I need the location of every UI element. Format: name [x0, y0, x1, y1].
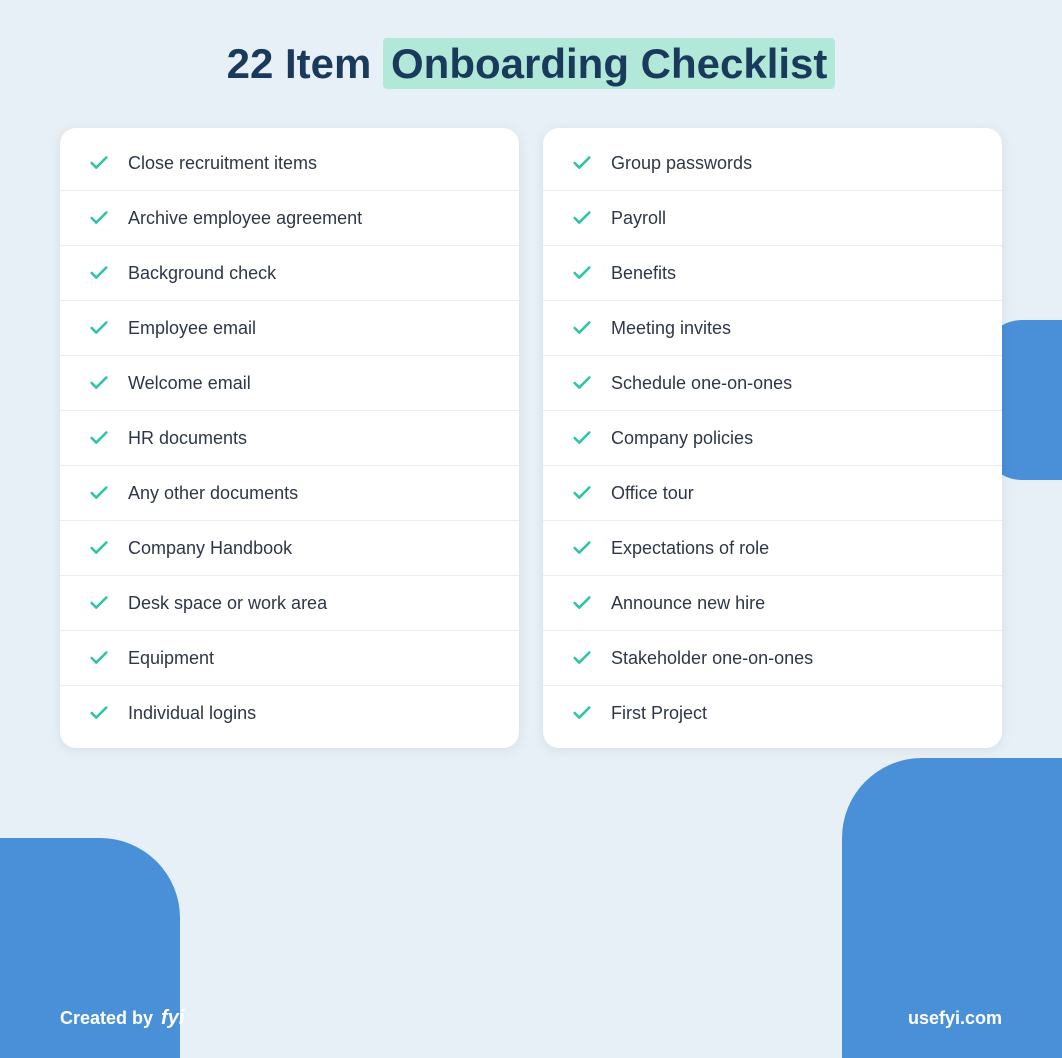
- list-item: Background check: [60, 246, 519, 301]
- item-label: Office tour: [611, 483, 694, 504]
- list-item: Archive employee agreement: [60, 191, 519, 246]
- check-icon: [571, 152, 593, 174]
- list-item: Payroll: [543, 191, 1002, 246]
- list-item: Welcome email: [60, 356, 519, 411]
- title-prefix: 22 Item: [227, 40, 383, 87]
- item-label: Benefits: [611, 263, 676, 284]
- list-item: Close recruitment items: [60, 136, 519, 191]
- check-icon: [571, 262, 593, 284]
- check-icon: [88, 317, 110, 339]
- list-item: Any other documents: [60, 466, 519, 521]
- list-item: Office tour: [543, 466, 1002, 521]
- check-icon: [571, 427, 593, 449]
- item-label: Group passwords: [611, 153, 752, 174]
- item-label: Stakeholder one-on-ones: [611, 648, 813, 669]
- check-icon: [88, 427, 110, 449]
- item-label: Schedule one-on-ones: [611, 373, 792, 394]
- main-container: 22 Item Onboarding Checklist Close recru…: [0, 0, 1062, 808]
- list-item: Company policies: [543, 411, 1002, 466]
- right-checklist-card: Group passwords Payroll Benefits Meeting…: [543, 128, 1002, 748]
- check-icon: [571, 207, 593, 229]
- list-item: Desk space or work area: [60, 576, 519, 631]
- check-icon: [571, 482, 593, 504]
- list-item: Schedule one-on-ones: [543, 356, 1002, 411]
- check-icon: [88, 702, 110, 724]
- check-icon: [88, 537, 110, 559]
- item-label: Desk space or work area: [128, 593, 327, 614]
- list-item: Benefits: [543, 246, 1002, 301]
- item-label: Equipment: [128, 648, 214, 669]
- item-label: Meeting invites: [611, 318, 731, 339]
- item-label: Any other documents: [128, 483, 298, 504]
- check-icon: [571, 317, 593, 339]
- list-item: Group passwords: [543, 136, 1002, 191]
- check-icon: [88, 592, 110, 614]
- item-label: Company Handbook: [128, 538, 292, 559]
- list-item: Employee email: [60, 301, 519, 356]
- check-icon: [88, 152, 110, 174]
- item-label: Expectations of role: [611, 538, 769, 559]
- check-icon: [571, 647, 593, 669]
- created-by-label: Created by: [60, 1008, 153, 1029]
- check-icon: [571, 537, 593, 559]
- item-label: Archive employee agreement: [128, 208, 362, 229]
- list-item: Individual logins: [60, 686, 519, 740]
- brand-name: fyi: [161, 1007, 184, 1030]
- list-item: Expectations of role: [543, 521, 1002, 576]
- list-item: Stakeholder one-on-ones: [543, 631, 1002, 686]
- item-label: Close recruitment items: [128, 153, 317, 174]
- list-item: Company Handbook: [60, 521, 519, 576]
- item-label: HR documents: [128, 428, 247, 449]
- list-item: HR documents: [60, 411, 519, 466]
- footer-left: Created by fyi: [60, 1007, 184, 1030]
- footer-url: usefyi.com: [908, 1008, 1002, 1029]
- item-label: Welcome email: [128, 373, 251, 394]
- left-checklist-card: Close recruitment items Archive employee…: [60, 128, 519, 748]
- check-icon: [571, 592, 593, 614]
- check-icon: [571, 372, 593, 394]
- item-label: Background check: [128, 263, 276, 284]
- list-item: Meeting invites: [543, 301, 1002, 356]
- item-label: First Project: [611, 703, 707, 724]
- item-label: Announce new hire: [611, 593, 765, 614]
- item-label: Employee email: [128, 318, 256, 339]
- list-item: Equipment: [60, 631, 519, 686]
- check-icon: [88, 647, 110, 669]
- footer: Created by fyi usefyi.com: [60, 1007, 1002, 1030]
- check-icon: [88, 482, 110, 504]
- list-item: Announce new hire: [543, 576, 1002, 631]
- item-label: Payroll: [611, 208, 666, 229]
- list-item: First Project: [543, 686, 1002, 740]
- check-icon: [88, 207, 110, 229]
- check-icon: [571, 702, 593, 724]
- checklist-grid: Close recruitment items Archive employee…: [60, 128, 1002, 748]
- title-area: 22 Item Onboarding Checklist: [60, 40, 1002, 88]
- check-icon: [88, 262, 110, 284]
- page-title: 22 Item Onboarding Checklist: [60, 40, 1002, 88]
- item-label: Individual logins: [128, 703, 256, 724]
- item-label: Company policies: [611, 428, 753, 449]
- title-highlight: Onboarding Checklist: [383, 38, 835, 89]
- check-icon: [88, 372, 110, 394]
